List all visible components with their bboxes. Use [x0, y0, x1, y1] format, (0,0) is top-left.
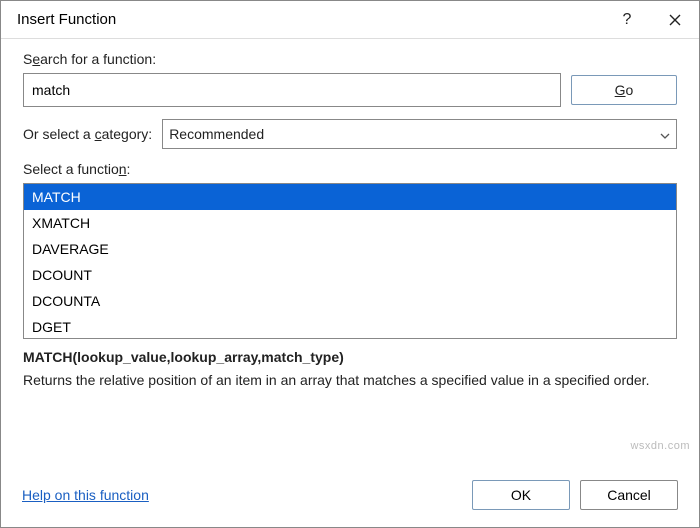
list-item[interactable]: XMATCH [24, 210, 676, 236]
function-signature: MATCH(lookup_value,lookup_array,match_ty… [23, 349, 677, 365]
help-button[interactable]: ? [603, 1, 651, 39]
go-button[interactable]: Go [571, 75, 677, 105]
dialog-content: Search for a function: Go Or select a ca… [1, 39, 699, 389]
list-item[interactable]: MATCH [24, 184, 676, 210]
function-listbox[interactable]: MATCHXMATCHDAVERAGEDCOUNTDCOUNTADGETDMAX [23, 183, 677, 339]
list-item[interactable]: DCOUNTA [24, 288, 676, 314]
search-input[interactable] [23, 73, 561, 107]
titlebar: Insert Function ? [1, 1, 699, 39]
ok-button[interactable]: OK [472, 480, 570, 510]
question-icon: ? [623, 11, 632, 29]
list-item[interactable]: DAVERAGE [24, 236, 676, 262]
watermark: wsxdn.com [630, 440, 690, 452]
dialog-footer: Help on this function OK Cancel [0, 466, 700, 528]
function-list-label: Select a function: [23, 161, 130, 177]
list-item[interactable]: DCOUNT [24, 262, 676, 288]
function-description: Returns the relative position of an item… [23, 371, 677, 389]
category-label: Or select a category: [23, 126, 152, 142]
dialog-title: Insert Function [17, 11, 603, 28]
close-icon [669, 14, 681, 26]
cancel-button[interactable]: Cancel [580, 480, 678, 510]
category-selected-value: Recommended [169, 126, 264, 142]
help-link[interactable]: Help on this function [22, 487, 462, 503]
list-item[interactable]: DGET [24, 314, 676, 338]
category-select[interactable]: Recommended [162, 119, 677, 149]
search-label: Search for a function: [23, 51, 156, 67]
chevron-down-icon [660, 126, 670, 142]
close-button[interactable] [651, 1, 699, 39]
